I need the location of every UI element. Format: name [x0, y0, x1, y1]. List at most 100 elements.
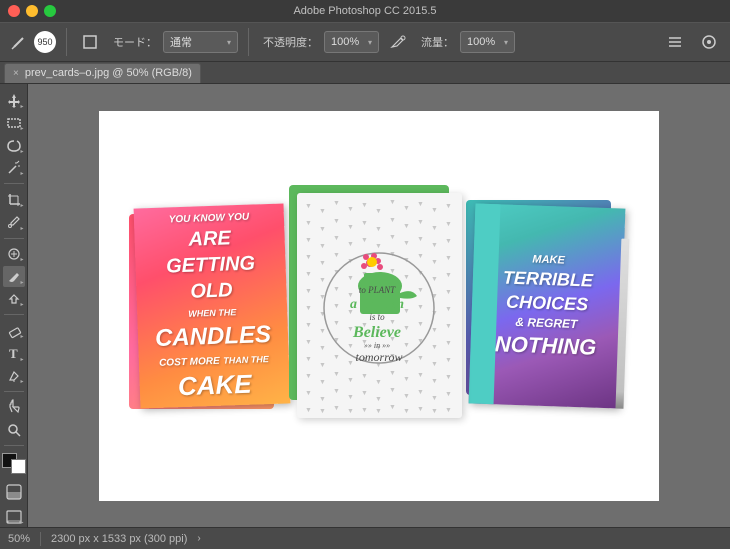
lasso-tool[interactable]: ▸	[3, 135, 25, 156]
lt-sep-3	[4, 314, 24, 315]
main-content-area: ▸ ▸ ▸	[0, 84, 730, 527]
tool-arrow-12: ▸	[20, 378, 23, 385]
card-3-line2: TERRIBLECHOICES	[495, 266, 598, 316]
card-2-main: ▼▼▼▼▼▼▼▼▼▼▼ ▼▼▼▼▼▼▼▼▼▼▼ ▼▼▼▼▼▼▼▼▼▼▼ ▼▼▼▼…	[297, 193, 462, 418]
tool-arrow: ▸	[20, 103, 23, 110]
card-1: You Know You ARE GETTING OLD WHEN THE Ca…	[133, 203, 290, 408]
card-3-pencil	[615, 238, 629, 408]
card-3-line3: & Regret	[515, 315, 577, 331]
tool-arrow-7: ▸	[20, 256, 23, 263]
close-button[interactable]	[8, 5, 20, 17]
svg-text:T: T	[9, 346, 18, 361]
lt-sep-1	[4, 183, 24, 184]
crop-tool[interactable]: ▸	[3, 189, 25, 210]
mode-label: モード：	[113, 34, 157, 50]
left-toolbar: ▸ ▸ ▸	[0, 84, 28, 527]
edit-presets-icon[interactable]	[662, 29, 688, 55]
tab-bar: × prev_cards–o.jpg @ 50% (RGB/8)	[0, 62, 730, 84]
brush-size-indicator: 950	[34, 31, 56, 53]
lt-sep-2	[4, 238, 24, 239]
status-arrow[interactable]: ›	[197, 533, 200, 544]
tool-arrow-9: ▸	[20, 301, 23, 308]
brush-size-value: 950	[37, 37, 52, 47]
window-controls	[0, 5, 56, 17]
opacity-chevron: ▾	[368, 38, 372, 47]
tool-arrow-8: ▸	[20, 279, 23, 286]
mode-select[interactable]: 通常 ▾	[163, 31, 238, 53]
cards-container: You Know You ARE GETTING OLD WHEN THE Ca…	[99, 111, 659, 501]
tool-arrow-10: ▸	[20, 333, 23, 340]
mode-chevron: ▾	[227, 38, 231, 47]
status-bar: 50% 2300 px x 1533 px (300 ppi) ›	[0, 527, 730, 549]
lt-sep-4	[4, 391, 24, 392]
tool-arrow-6: ▸	[20, 225, 23, 232]
card-1-line3: WHEN THE	[188, 307, 236, 319]
card-1-line2: ARE GETTING OLD	[144, 223, 277, 305]
card-3-wrapper: Make TERRIBLECHOICES & Regret Nothing	[472, 206, 622, 406]
tool-arrow-11: ▸	[20, 356, 23, 363]
toolbar-right-icons	[662, 29, 722, 55]
card-1-text: You Know You ARE GETTING OLD WHEN THE Ca…	[133, 196, 290, 415]
screen-mode-icon[interactable]: ▸	[3, 506, 25, 527]
canvas-area[interactable]: You Know You ARE GETTING OLD WHEN THE Ca…	[28, 84, 730, 527]
zoom-tool[interactable]	[3, 420, 25, 441]
card-1-line5: COST MORE	[158, 355, 219, 368]
card-3-line1: Make	[532, 253, 565, 266]
mode-icon	[77, 29, 103, 55]
card-3: Make TERRIBLECHOICES & Regret Nothing	[468, 203, 625, 408]
quick-mask-icon[interactable]	[3, 482, 25, 503]
maximize-button[interactable]	[44, 5, 56, 17]
document-dimensions: 2300 px x 1533 px (300 ppi)	[51, 533, 187, 545]
mode-select-wrap: 通常 ▾	[163, 31, 238, 53]
opacity-value: 100%	[331, 36, 359, 48]
color-swatches[interactable]	[2, 453, 26, 474]
card-1-wrapper: You Know You ARE GETTING OLD WHEN THE Ca…	[137, 206, 287, 406]
target-icon[interactable]	[696, 29, 722, 55]
canvas-document: You Know You ARE GETTING OLD WHEN THE Ca…	[99, 111, 659, 501]
airbrush-icon[interactable]	[385, 29, 411, 55]
text-tool[interactable]: T ▸	[3, 343, 25, 364]
zoom-level: 50%	[8, 533, 30, 545]
flow-value: 100%	[467, 36, 495, 48]
tool-arrow-2: ▸	[20, 125, 23, 132]
document-tab[interactable]: × prev_cards–o.jpg @ 50% (RGB/8)	[4, 63, 201, 83]
card-2-wrapper: ▼▼▼▼▼▼▼▼▼▼▼ ▼▼▼▼▼▼▼▼▼▼▼ ▼▼▼▼▼▼▼▼▼▼▼ ▼▼▼▼…	[297, 193, 462, 418]
card-1-line4: Candles	[147, 318, 278, 354]
card-1-line7: Cake	[149, 366, 280, 404]
card-3-line4: Nothing	[494, 330, 596, 362]
screen-mode-arrow: ▸	[20, 519, 23, 526]
hand-tool[interactable]	[3, 397, 25, 418]
flow-label: 流量：	[421, 34, 454, 50]
tab-title: prev_cards–o.jpg @ 50% (RGB/8)	[25, 67, 192, 79]
opacity-input[interactable]: 100% ▾	[324, 31, 379, 53]
tool-arrow-5: ▸	[20, 202, 23, 209]
toolbar-divider-2	[248, 28, 249, 56]
lt-sep-5	[4, 445, 24, 446]
background-color[interactable]	[11, 459, 26, 474]
card-2-pattern: ▼▼▼▼▼▼▼▼▼▼▼ ▼▼▼▼▼▼▼▼▼▼▼ ▼▼▼▼▼▼▼▼▼▼▼ ▼▼▼▼…	[297, 193, 462, 418]
eyedropper-tool[interactable]: ▸	[3, 212, 25, 233]
tab-close-button[interactable]: ×	[13, 68, 19, 79]
brush-icon[interactable]	[8, 31, 30, 53]
minimize-button[interactable]	[26, 5, 38, 17]
toolbar-divider-1	[66, 28, 67, 56]
opacity-label: 不透明度：	[263, 34, 318, 50]
brush-tool-left[interactable]: ▸	[3, 266, 25, 287]
magic-wand-tool[interactable]: ▸	[3, 158, 25, 179]
status-divider	[40, 532, 41, 546]
healing-brush-tool[interactable]: ▸	[3, 244, 25, 265]
app-title: Adobe Photoshop CC 2015.5	[293, 5, 436, 17]
pen-tool[interactable]: ▸	[3, 366, 25, 387]
flow-chevron: ▾	[504, 38, 508, 47]
mode-value: 通常	[170, 34, 192, 50]
card-1-line6: THAN THE	[223, 354, 269, 366]
card-3-text: Make TERRIBLECHOICES & Regret Nothing	[484, 239, 610, 372]
eraser-tool[interactable]: ▸	[3, 320, 25, 341]
flow-input[interactable]: 100% ▾	[460, 31, 515, 53]
tool-arrow-4: ▸	[20, 170, 23, 177]
move-tool[interactable]: ▸	[3, 90, 25, 111]
toolbar: 950 モード： 通常 ▾ 不透明度： 100% ▾ 流量： 100% ▾	[0, 22, 730, 62]
marquee-tool[interactable]: ▸	[3, 113, 25, 134]
clone-stamp-tool[interactable]: ▸	[3, 289, 25, 310]
tool-arrow-3: ▸	[20, 148, 23, 155]
